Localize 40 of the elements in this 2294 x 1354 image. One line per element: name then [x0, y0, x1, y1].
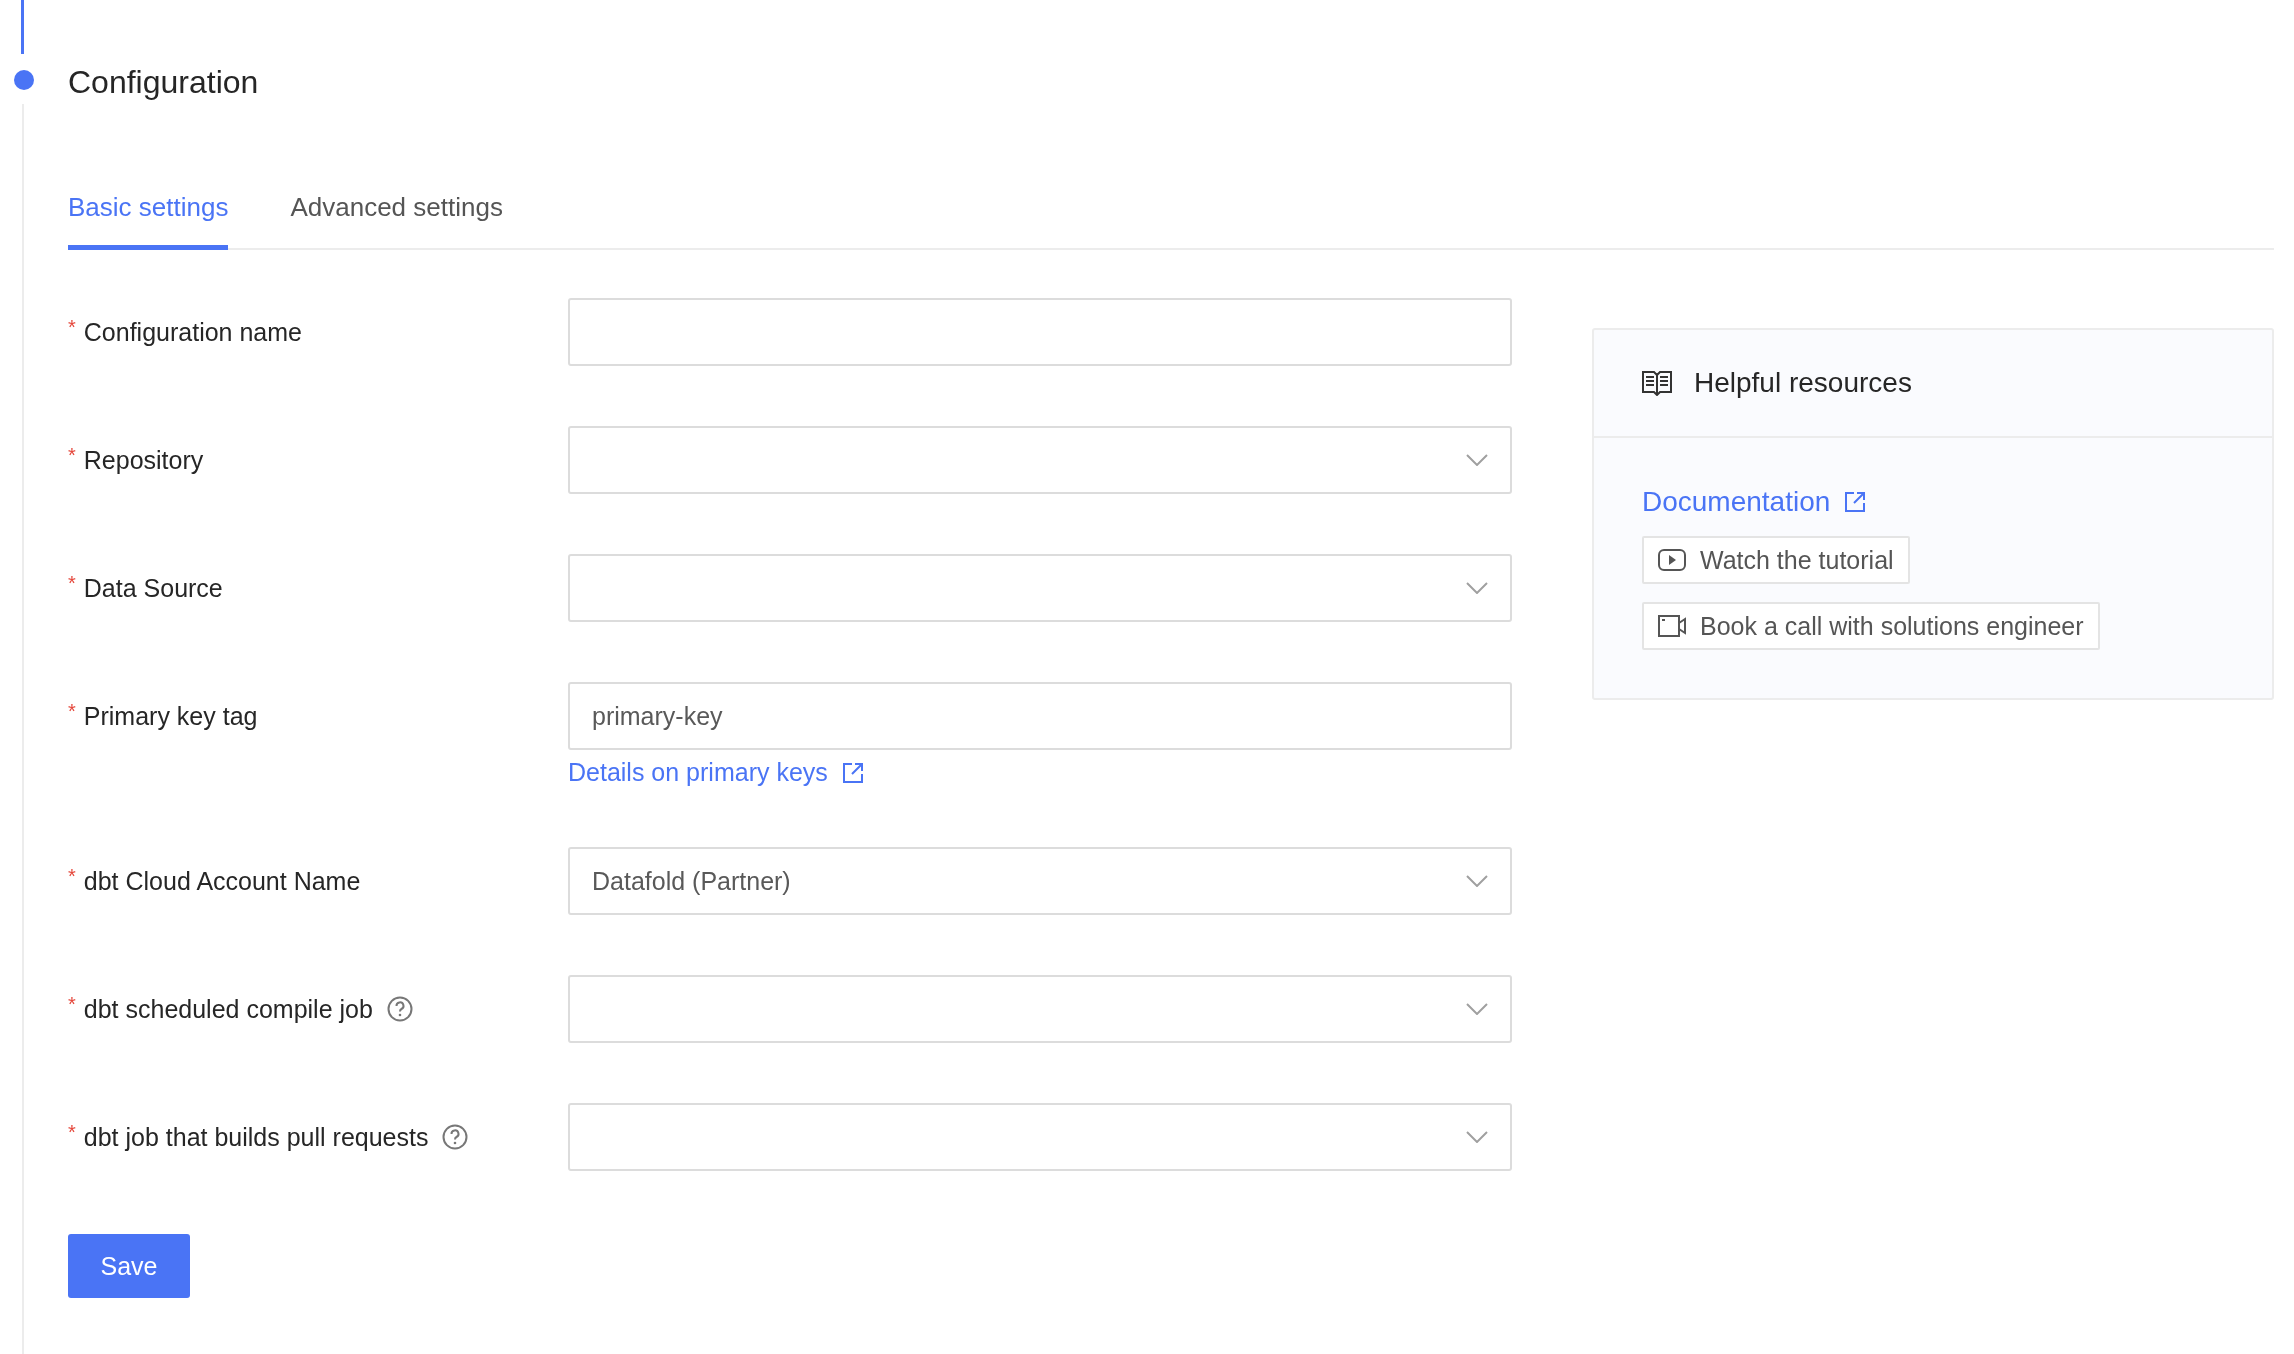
field-label: dbt scheduled compile job: [83, 994, 373, 1024]
chevron-down-icon: [1466, 1003, 1488, 1015]
documentation-link[interactable]: Documentation: [1642, 486, 1867, 518]
save-button[interactable]: Save: [68, 1234, 190, 1298]
required-mark: *: [68, 992, 76, 1016]
field-label: Configuration name: [83, 317, 302, 347]
select-field[interactable]: [568, 426, 1512, 494]
external-link-icon: [841, 761, 864, 784]
chevron-down-icon: [1466, 875, 1488, 887]
select-field[interactable]: [568, 975, 1512, 1043]
panel-title: Helpful resources: [1694, 367, 1912, 399]
chevron-down-icon: [1466, 582, 1488, 594]
details-link[interactable]: Details on primary keys: [568, 758, 1512, 787]
required-mark: *: [68, 571, 76, 595]
field-label: Repository: [83, 445, 204, 475]
required-mark: *: [68, 864, 76, 888]
field-label: dbt job that builds pull requests: [83, 1122, 429, 1152]
select-field[interactable]: [568, 1103, 1512, 1171]
chevron-down-icon: [1466, 454, 1488, 466]
required-mark: *: [68, 315, 76, 339]
select-field[interactable]: [568, 554, 1512, 622]
field-label: Primary key tag: [83, 701, 258, 731]
resource-button[interactable]: Watch the tutorial: [1642, 536, 1910, 584]
section-title: Configuration: [68, 63, 260, 102]
required-mark: *: [68, 699, 76, 723]
chevron-down-icon: [1466, 1131, 1488, 1143]
field-label: dbt Cloud Account Name: [83, 866, 361, 896]
external-link-icon: [1844, 491, 1867, 513]
select-field[interactable]: Datafold (Partner): [568, 847, 1512, 915]
video-camera-icon: [1658, 615, 1686, 637]
play-icon: [1658, 549, 1686, 571]
resource-button[interactable]: Book a call with solutions engineer: [1642, 602, 2100, 650]
required-mark: *: [68, 443, 76, 467]
tab[interactable]: Advanced settings: [290, 192, 503, 250]
text-field[interactable]: [568, 298, 1512, 366]
text-field[interactable]: primary-key: [568, 682, 1512, 750]
required-mark: *: [68, 1120, 76, 1144]
field-label: Data Source: [83, 573, 223, 603]
tab[interactable]: Basic settings: [68, 192, 229, 250]
book-icon: [1642, 370, 1672, 396]
